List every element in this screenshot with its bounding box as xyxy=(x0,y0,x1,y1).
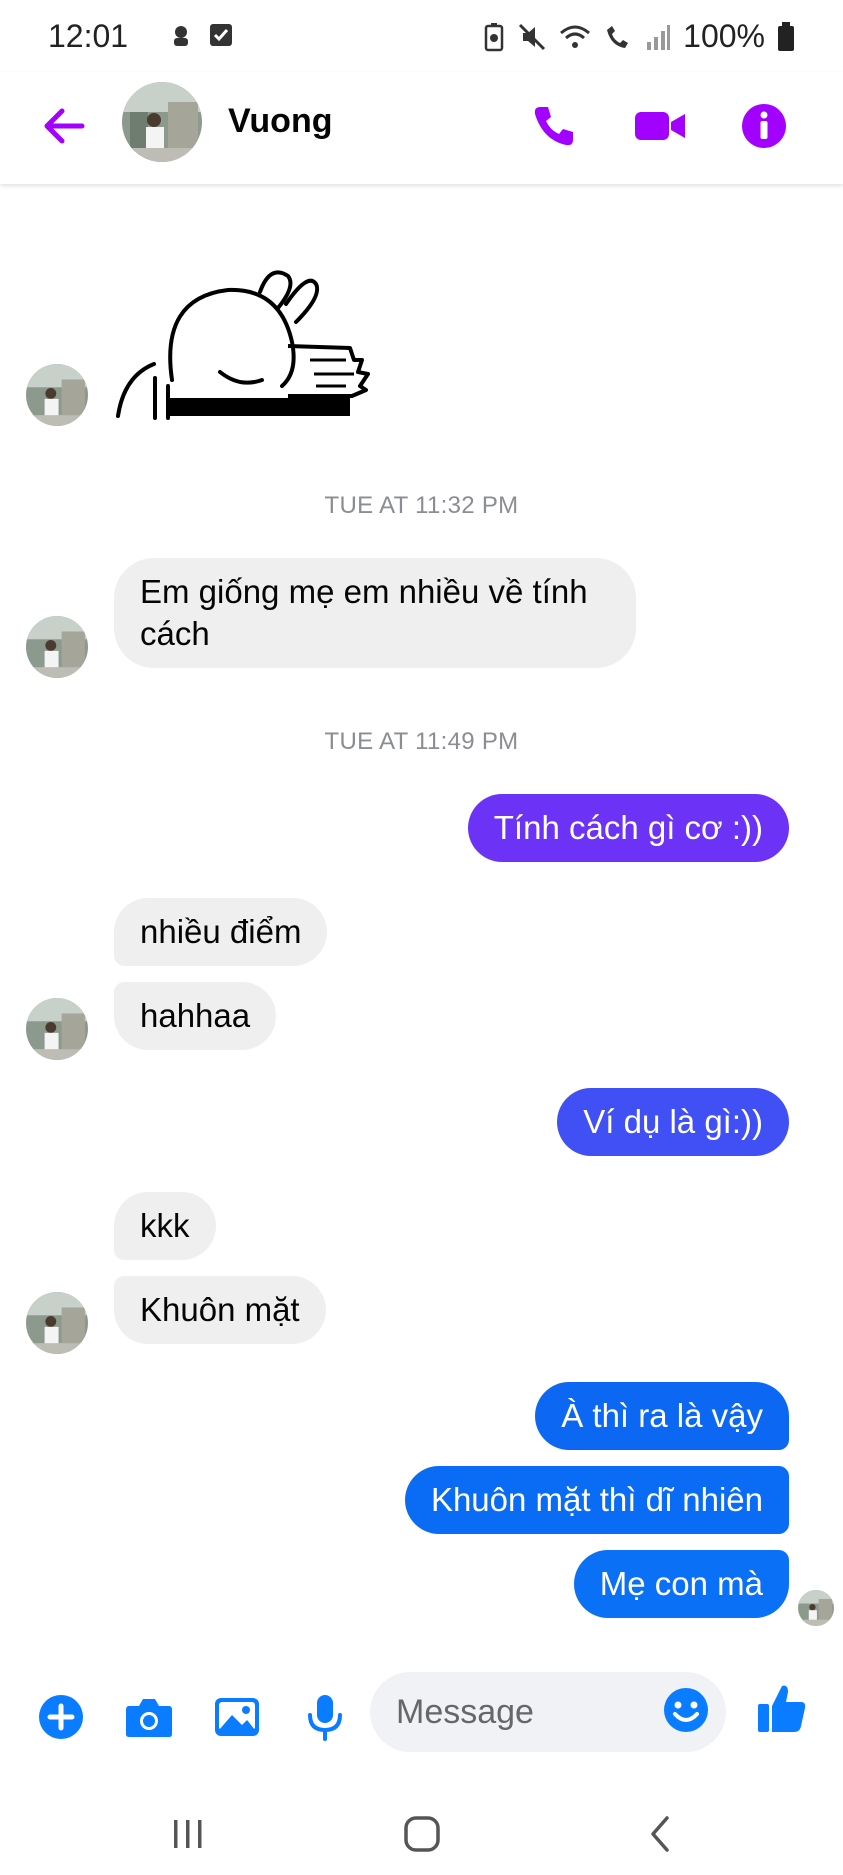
voice-call-button[interactable] xyxy=(524,96,584,156)
home-icon xyxy=(404,1816,440,1852)
conversation-info-button[interactable] xyxy=(734,96,794,156)
wifi-call-icon xyxy=(607,25,629,48)
incoming-message-bubble[interactable]: Khuôn mặt xyxy=(114,1276,326,1344)
wifi-icon xyxy=(560,25,591,48)
camera-icon xyxy=(126,1699,172,1737)
timestamp-divider: TUE AT 11:49 PM xyxy=(324,728,519,755)
recent-apps-button[interactable] xyxy=(158,1804,218,1864)
sender-avatar xyxy=(26,998,88,1060)
mute-icon xyxy=(519,23,546,50)
phone-icon xyxy=(534,107,573,146)
avatar-photo xyxy=(122,82,202,162)
emoji-button[interactable] xyxy=(662,1686,710,1734)
avatar-photo xyxy=(26,998,88,1060)
outgoing-message-bubble[interactable]: Khuôn mặt thì dĩ nhiên xyxy=(404,1466,789,1534)
sleepy-bunny-sticker xyxy=(116,270,370,420)
incoming-message-bubble[interactable]: nhiều điểm xyxy=(114,898,328,966)
video-call-button[interactable] xyxy=(630,96,690,156)
recent-apps-icon xyxy=(174,1820,202,1848)
sender-avatar xyxy=(26,1292,88,1354)
status-time: 12:01 xyxy=(48,18,129,54)
status-system-icons: 100% xyxy=(483,18,795,55)
battery-percentage: 100% xyxy=(683,18,765,54)
contact-name[interactable]: Vuong xyxy=(228,102,333,141)
like-button[interactable] xyxy=(756,1682,816,1742)
outgoing-message-bubble[interactable]: Tính cách gì cơ :)) xyxy=(467,794,789,862)
back-nav-button[interactable] xyxy=(630,1804,690,1864)
system-navigation-bar xyxy=(0,1790,843,1875)
notification-icon xyxy=(174,26,188,46)
thumbs-up-icon xyxy=(758,1685,806,1732)
plus-circle-icon xyxy=(39,1695,83,1739)
avatar-photo xyxy=(26,616,88,678)
outgoing-message-bubble[interactable]: À thì ra là vậy xyxy=(535,1382,789,1450)
incoming-message-bubble[interactable]: kkk xyxy=(114,1192,216,1260)
battery-saver-icon xyxy=(484,22,504,51)
status-notification-icons xyxy=(168,22,234,48)
checkbox-icon xyxy=(210,24,232,46)
smiley-icon xyxy=(664,1688,708,1732)
sender-avatar xyxy=(26,364,88,426)
avatar-photo xyxy=(26,1292,88,1354)
voice-message-button[interactable] xyxy=(298,1690,352,1744)
read-receipt-avatar xyxy=(798,1590,834,1626)
status-bar: 12:01 100% xyxy=(0,0,843,72)
home-button[interactable] xyxy=(392,1804,452,1864)
chevron-left-icon xyxy=(651,1816,669,1852)
avatar-photo xyxy=(26,364,88,426)
info-icon xyxy=(742,104,786,148)
battery-icon xyxy=(778,21,794,51)
microphone-icon xyxy=(308,1695,342,1741)
message-composer xyxy=(0,1660,843,1770)
outgoing-message-bubble[interactable]: Ví dụ là gì:)) xyxy=(557,1088,789,1156)
sender-avatar xyxy=(26,616,88,678)
contact-avatar[interactable] xyxy=(122,82,202,162)
more-actions-button[interactable] xyxy=(34,1690,88,1744)
timestamp-divider: TUE AT 11:32 PM xyxy=(324,492,519,519)
sticker-message[interactable] xyxy=(110,268,380,433)
incoming-message-bubble[interactable]: Em giống mẹ em nhiều về tính cách xyxy=(114,558,636,668)
gallery-button[interactable] xyxy=(210,1690,264,1744)
outgoing-message-bubble[interactable]: Mẹ con mà xyxy=(573,1550,789,1618)
camera-button[interactable] xyxy=(122,1690,176,1744)
avatar-photo xyxy=(798,1590,834,1626)
back-button[interactable] xyxy=(36,98,92,154)
chat-header: Vuong xyxy=(0,72,843,184)
image-icon xyxy=(215,1698,259,1736)
incoming-message-bubble[interactable]: hahhaa xyxy=(114,982,277,1050)
video-camera-icon xyxy=(635,112,685,140)
signal-icon xyxy=(647,24,671,50)
back-arrow-icon xyxy=(44,108,85,144)
